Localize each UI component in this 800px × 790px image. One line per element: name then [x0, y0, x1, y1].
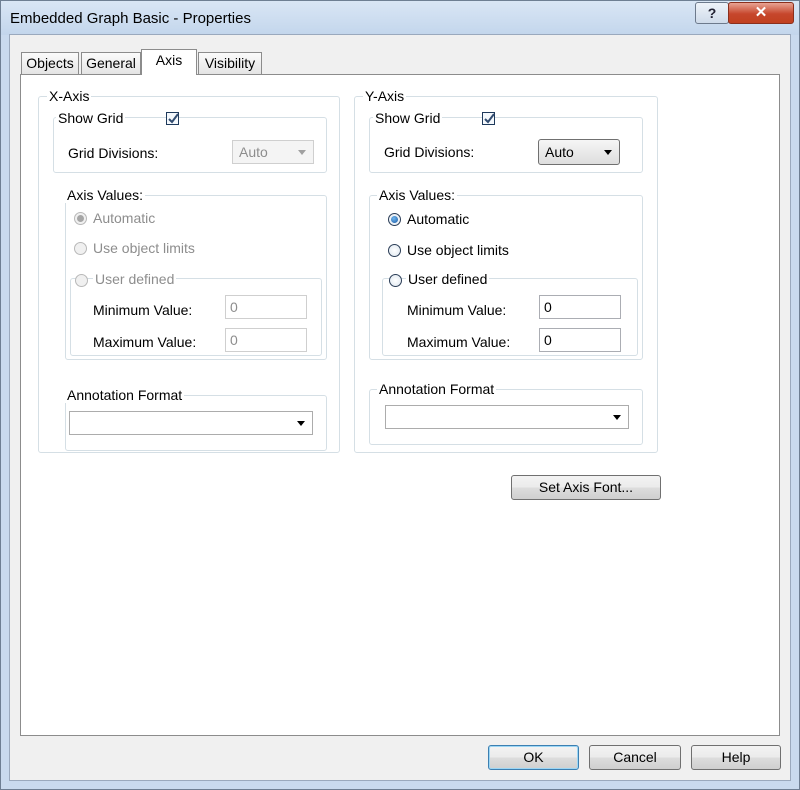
set-axis-font-button[interactable]: Set Axis Font...	[511, 475, 661, 500]
y-annotation-format-dropdown[interactable]	[385, 405, 629, 429]
y-annotation-group: Annotation Format	[369, 381, 643, 445]
x-grid-divisions-label: Grid Divisions:	[68, 145, 159, 161]
x-user-defined-radio[interactable]	[75, 274, 88, 287]
y-annotation-format-label: Annotation Format	[377, 381, 497, 397]
chevron-down-icon	[604, 150, 612, 155]
y-axis-values-label: Axis Values:	[377, 187, 457, 203]
x-user-defined-group: User defined Minimum Value: 0 Maximum Va…	[70, 271, 322, 356]
y-grid-divisions-label: Grid Divisions:	[384, 144, 475, 160]
chevron-down-icon	[298, 150, 306, 155]
axis-tab-panel: X-Axis Show Grid Grid Divisions: Auto Ax…	[20, 74, 780, 736]
y-automatic-label: Automatic	[407, 211, 470, 227]
x-minimum-input[interactable]: 0	[225, 295, 307, 319]
y-grid-divisions-dropdown[interactable]: Auto	[538, 139, 620, 165]
x-annotation-format-label: Annotation Format	[65, 387, 185, 403]
x-use-object-limits-label: Use object limits	[93, 240, 195, 256]
tab-objects[interactable]: Objects	[21, 52, 79, 74]
x-grid-divisions-dropdown[interactable]: Auto	[232, 140, 314, 164]
y-axis-group: Y-Axis Show Grid Grid Divisions: Auto Ax…	[354, 88, 658, 453]
x-grid-divisions-value: Auto	[239, 144, 268, 160]
y-use-object-limits-radio[interactable]	[388, 244, 401, 257]
x-axis-values-label: Axis Values:	[65, 187, 145, 203]
x-axis-values-group: Axis Values: Automatic Use object limits…	[65, 187, 327, 360]
x-axis-title: X-Axis	[47, 88, 92, 104]
help-button[interactable]: Help	[691, 745, 781, 770]
chevron-down-icon	[613, 415, 621, 420]
tab-axis[interactable]: Axis	[141, 49, 197, 75]
x-show-grid-checkbox[interactable]	[166, 112, 179, 125]
y-automatic-radio[interactable]	[388, 213, 401, 226]
y-maximum-input[interactable]: 0	[539, 328, 621, 352]
x-minimum-label: Minimum Value:	[93, 302, 193, 318]
close-button[interactable]: ✕	[728, 2, 794, 24]
y-minimum-input[interactable]: 0	[539, 295, 621, 319]
x-use-object-limits-radio[interactable]	[74, 242, 87, 255]
y-grid-divisions-value: Auto	[545, 144, 574, 160]
chevron-down-icon	[297, 421, 305, 426]
x-annotation-format-dropdown[interactable]	[69, 411, 313, 435]
y-grid-group: Show Grid Grid Divisions: Auto	[369, 110, 643, 173]
x-maximum-label: Maximum Value:	[93, 334, 197, 350]
window-title: Embedded Graph Basic - Properties	[10, 10, 251, 27]
title-bar[interactable]: Embedded Graph Basic - Properties ? ✕	[1, 1, 799, 35]
checkmark-icon	[484, 113, 495, 124]
y-user-defined-group: User defined Minimum Value: 0 Maximum Va…	[382, 271, 638, 356]
x-user-defined-label: User defined	[93, 271, 177, 287]
ok-button[interactable]: OK	[488, 745, 579, 770]
properties-dialog: Embedded Graph Basic - Properties ? ✕ Ob…	[0, 0, 800, 790]
x-automatic-label: Automatic	[93, 210, 156, 226]
y-use-object-limits-label: Use object limits	[407, 242, 509, 258]
y-user-defined-radio[interactable]	[389, 274, 402, 287]
x-maximum-input[interactable]: 0	[225, 328, 307, 352]
x-annotation-group: Annotation Format	[65, 387, 327, 451]
y-user-defined-label: User defined	[406, 271, 490, 287]
y-show-grid-checkbox[interactable]	[482, 112, 495, 125]
checkmark-icon	[168, 113, 179, 124]
tab-general[interactable]: General	[81, 52, 141, 74]
dialog-client-area: Objects General Axis Visibility X-Axis S…	[9, 34, 791, 781]
x-show-grid-label[interactable]: Show Grid	[56, 110, 126, 126]
y-show-grid-label[interactable]: Show Grid	[373, 110, 443, 126]
y-maximum-label: Maximum Value:	[407, 334, 511, 350]
x-automatic-radio[interactable]	[74, 212, 87, 225]
x-grid-group: Show Grid Grid Divisions: Auto	[53, 110, 327, 173]
help-caption-button[interactable]: ?	[695, 2, 729, 24]
y-axis-values-group: Axis Values: Automatic Use object limits…	[369, 187, 643, 360]
y-axis-title: Y-Axis	[363, 88, 407, 104]
y-minimum-label: Minimum Value:	[407, 302, 507, 318]
cancel-button[interactable]: Cancel	[589, 745, 681, 770]
x-axis-group: X-Axis Show Grid Grid Divisions: Auto Ax…	[38, 88, 340, 453]
tab-visibility[interactable]: Visibility	[198, 52, 262, 74]
